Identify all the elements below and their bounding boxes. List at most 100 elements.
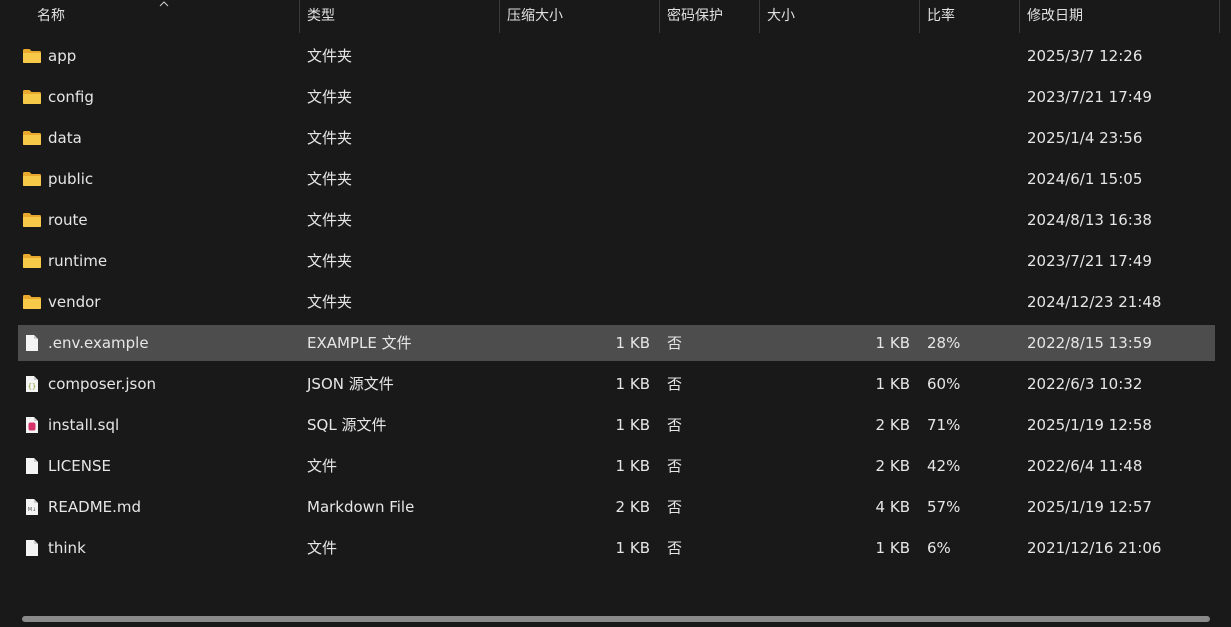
file-password: 否 xyxy=(667,539,683,557)
file-type: EXAMPLE 文件 xyxy=(307,334,412,352)
file-name: runtime xyxy=(48,252,108,270)
file-size xyxy=(798,243,910,279)
folder-icon xyxy=(22,252,42,270)
file-name: .env.example xyxy=(48,334,149,352)
file-size: 4 KB xyxy=(875,498,910,516)
file-type: 文件夹 xyxy=(307,211,353,229)
file-row[interactable]: config 文件夹 2023/7/21 17:49 xyxy=(18,79,1215,115)
file-modified: 2025/1/19 12:58 xyxy=(1027,416,1152,434)
folder-icon xyxy=(22,170,42,188)
column-header-size-label: 大小 xyxy=(767,8,795,24)
file-compressed-size xyxy=(498,243,650,279)
file-icon xyxy=(22,334,42,352)
file-compressed-size: 1 KB xyxy=(615,334,650,352)
file-size: 2 KB xyxy=(875,416,910,434)
file-type: 文件夹 xyxy=(307,252,353,270)
file-row[interactable]: public 文件夹 2024/6/1 15:05 xyxy=(18,161,1215,197)
file-row[interactable]: route 文件夹 2024/8/13 16:38 xyxy=(18,202,1215,238)
folder-icon xyxy=(22,88,42,106)
file-compressed-size: 1 KB xyxy=(615,539,650,557)
folder-icon xyxy=(22,293,42,311)
file-row[interactable]: runtime 文件夹 2023/7/21 17:49 xyxy=(18,243,1215,279)
file-size: 1 KB xyxy=(875,539,910,557)
file-modified: 2025/3/7 12:26 xyxy=(1027,47,1143,65)
file-compressed-size: 1 KB xyxy=(615,416,650,434)
file-row[interactable]: .env.example EXAMPLE 文件 1 KB 否 1 KB 28% 2022/8… xyxy=(18,325,1215,361)
sql-file-icon xyxy=(22,416,42,434)
file-modified: 2022/6/4 11:48 xyxy=(1027,457,1143,475)
file-row[interactable]: M↓ README.md Markdown File 2 KB 否 4 KB 57% 2025… xyxy=(18,489,1215,525)
file-name: app xyxy=(48,47,77,65)
column-header-ratio[interactable]: 比率 xyxy=(920,0,1020,33)
file-type: 文件夹 xyxy=(307,47,353,65)
file-type: Markdown File xyxy=(307,498,415,516)
file-modified: 2024/8/13 16:38 xyxy=(1027,211,1152,229)
file-ratio: 71% xyxy=(927,416,961,434)
file-icon xyxy=(22,457,42,475)
file-size xyxy=(798,120,910,156)
folder-icon xyxy=(22,211,42,229)
file-name: route xyxy=(48,211,88,229)
file-size: 1 KB xyxy=(875,334,910,352)
column-header-size[interactable]: 大小 xyxy=(760,0,920,33)
file-modified: 2024/6/1 15:05 xyxy=(1027,170,1143,188)
file-password: 否 xyxy=(667,416,683,434)
file-ratio: 28% xyxy=(927,334,961,352)
column-header-password-label: 密码保护 xyxy=(667,8,723,24)
folder-icon xyxy=(22,47,42,65)
file-ratio: 60% xyxy=(927,375,961,393)
folder-icon xyxy=(22,129,42,147)
file-password: 否 xyxy=(667,457,683,475)
file-name: install.sql xyxy=(48,416,120,434)
file-row[interactable]: think 文件 1 KB 否 1 KB 6% 2021/12/16 21:06 xyxy=(18,530,1215,566)
file-size: 2 KB xyxy=(875,457,910,475)
file-type: SQL 源文件 xyxy=(307,416,387,434)
column-header-type[interactable]: 类型 xyxy=(300,0,500,33)
file-modified: 2021/12/16 21:06 xyxy=(1027,539,1162,557)
file-size: 1 KB xyxy=(875,375,910,393)
file-ratio: 57% xyxy=(927,498,961,516)
file-name: README.md xyxy=(48,498,142,516)
horizontal-scrollbar-thumb[interactable] xyxy=(22,616,1210,622)
file-password: 否 xyxy=(667,334,683,352)
file-compressed-size xyxy=(498,202,650,238)
file-modified: 2023/7/21 17:49 xyxy=(1027,88,1152,106)
file-row[interactable]: vendor 文件夹 2024/12/23 21:48 xyxy=(18,284,1215,320)
file-modified: 2024/12/23 21:48 xyxy=(1027,293,1162,311)
file-row[interactable]: LICENSE 文件 1 KB 否 2 KB 42% 2022/6/4 11:48 xyxy=(18,448,1215,484)
file-compressed-size xyxy=(498,79,650,115)
file-row[interactable]: app 文件夹 2025/3/7 12:26 xyxy=(18,38,1215,74)
file-type: 文件夹 xyxy=(307,293,353,311)
file-compressed-size: 1 KB xyxy=(615,457,650,475)
file-modified: 2022/6/3 10:32 xyxy=(1027,375,1143,393)
file-name: vendor xyxy=(48,293,101,311)
file-type: 文件夹 xyxy=(307,88,353,106)
file-compressed-size xyxy=(498,38,650,74)
column-header-modified[interactable]: 修改日期 xyxy=(1020,0,1220,33)
column-header-compressed-size[interactable]: 压缩大小 xyxy=(500,0,660,33)
file-row[interactable]: {} composer.json JSON 源文件 1 KB 否 1 KB 60% 2022/… xyxy=(18,366,1215,402)
file-modified: 2025/1/4 23:56 xyxy=(1027,129,1143,147)
file-size xyxy=(798,38,910,74)
file-row[interactable]: install.sql SQL 源文件 1 KB 否 2 KB 71% 2025/1/19 … xyxy=(18,407,1215,443)
column-header-ratio-label: 比率 xyxy=(927,8,955,24)
column-header-bar: 名称 类型 压缩大小 密码保护 大小 比率 修改日期 xyxy=(0,0,1231,33)
file-ratio: 42% xyxy=(927,457,961,475)
column-header-modified-label: 修改日期 xyxy=(1027,8,1083,24)
file-size xyxy=(798,161,910,197)
file-modified: 2022/8/15 13:59 xyxy=(1027,334,1152,352)
file-type: JSON 源文件 xyxy=(307,375,394,393)
column-header-compressed-size-label: 压缩大小 xyxy=(507,8,563,24)
file-icon xyxy=(22,539,42,557)
file-name: think xyxy=(48,539,86,557)
file-compressed-size xyxy=(498,120,650,156)
file-size xyxy=(798,284,910,320)
file-compressed-size xyxy=(498,161,650,197)
file-name: config xyxy=(48,88,94,106)
file-type: 文件 xyxy=(307,539,338,557)
file-row[interactable]: data 文件夹 2025/1/4 23:56 xyxy=(18,120,1215,156)
column-header-password[interactable]: 密码保护 xyxy=(660,0,760,33)
markdown-file-icon: M↓ xyxy=(22,498,42,516)
svg-text:{}: {} xyxy=(28,383,36,391)
file-type: 文件夹 xyxy=(307,170,353,188)
